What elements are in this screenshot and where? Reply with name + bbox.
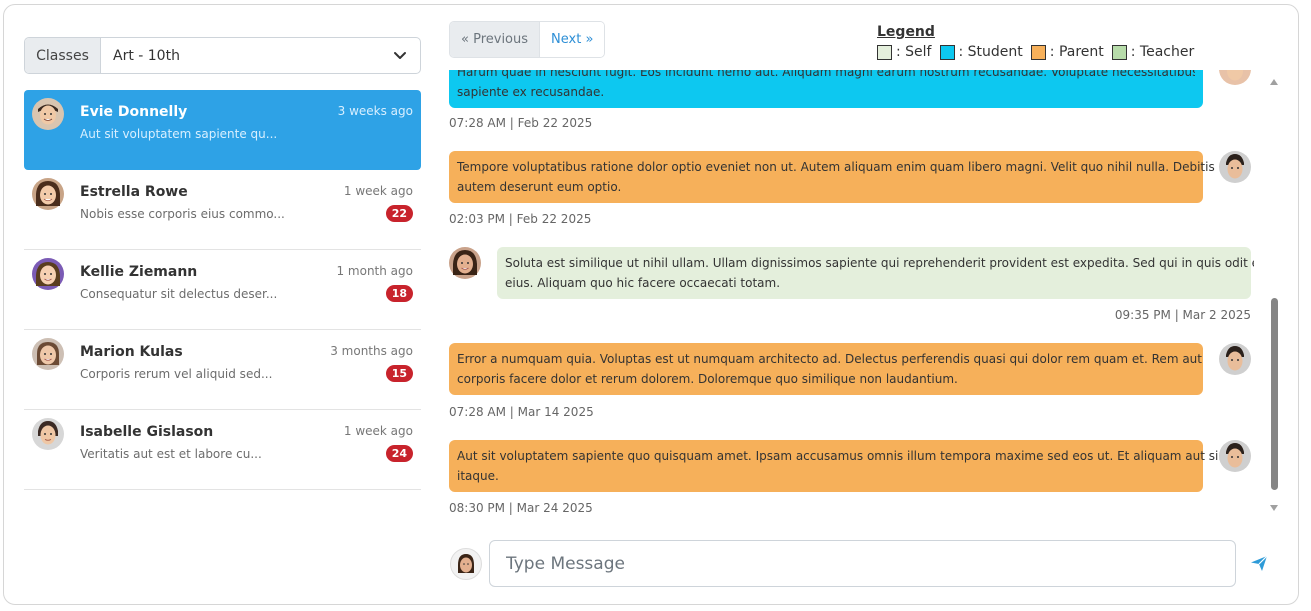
message-preview: Consequatur sit delectus deser...: [80, 287, 278, 301]
scroll-down-icon[interactable]: [1269, 504, 1279, 512]
unread-badge: 24: [385, 445, 413, 462]
message-text: itaque.: [457, 469, 499, 483]
conversation-item[interactable]: Evie Donnelly 3 weeks ago Aut sit volupt…: [24, 90, 421, 170]
message-bubble: Harum quae in nesciunt fugit. Eos incidu…: [449, 70, 1203, 108]
legend: Legend : Self : Student : Parent : Teach…: [877, 24, 1202, 60]
message-timestamp: 07:28 AM | Feb 22 2025: [449, 116, 593, 130]
scrollbar-thumb[interactable]: [1271, 298, 1278, 490]
unread-badge: 18: [385, 285, 413, 302]
class-selector-prefix: Classes: [25, 38, 101, 73]
chevron-down-icon: [394, 52, 406, 59]
last-message-time: 1 week ago: [343, 184, 413, 198]
legend-item-parent: : Parent: [1030, 44, 1104, 60]
message-text: eius. Aliquam quo hic facere occaecati t…: [505, 276, 781, 290]
avatar: [32, 98, 64, 130]
contact-name: Evie Donnelly: [80, 104, 188, 120]
legend-title: Legend: [877, 24, 935, 40]
unread-badge: 22: [385, 205, 413, 222]
message-text: Tempore voluptatibus ratione dolor optio…: [457, 160, 1215, 174]
class-selector[interactable]: Classes Art - 10th: [24, 37, 421, 74]
message-bubble: Error a numquam quia. Voluptas est ut nu…: [449, 343, 1203, 395]
avatar: [1219, 343, 1251, 375]
message-timestamp: 09:35 PM | Mar 2 2025: [1114, 308, 1251, 322]
message-timestamp: 02:03 PM | Feb 22 2025: [449, 212, 592, 226]
avatar: [449, 247, 481, 279]
contact-name: Estrella Rowe: [80, 184, 188, 200]
avatar: [32, 418, 64, 450]
message-text: corporis facere dolor et rerum dolorem. …: [457, 372, 958, 386]
conversation-item[interactable]: Marion Kulas 3 months ago Corporis rerum…: [24, 330, 421, 410]
message-text: autem deserunt eum optio.: [457, 180, 622, 194]
conversation-item[interactable]: Estrella Rowe 1 week ago Nobis esse corp…: [24, 170, 421, 250]
avatar: [32, 178, 64, 210]
send-icon[interactable]: [1249, 553, 1269, 573]
pagination: « Previous Next »: [449, 21, 606, 58]
message-bubble: Tempore voluptatibus ratione dolor optio…: [449, 151, 1215, 203]
avatar: [450, 548, 482, 580]
message-preview: Corporis rerum vel aliquid sed...: [80, 367, 273, 381]
message-preview: Nobis esse corporis eius commo...: [80, 207, 285, 221]
last-message-time: 3 months ago: [330, 344, 413, 358]
legend-item-self: : Self: [877, 44, 932, 60]
message-scrollbar[interactable]: [1266, 72, 1282, 518]
legend-label: : Teacher: [1130, 44, 1195, 60]
avatar: [32, 338, 64, 370]
avatar: [1219, 70, 1251, 85]
unread-badge: 15: [385, 365, 413, 382]
next-page-button[interactable]: Next »: [540, 22, 605, 57]
legend-label: : Parent: [1049, 44, 1104, 60]
message-text: Soluta est similique ut nihil ullam. Ull…: [505, 256, 1254, 270]
conversation-item[interactable]: Kellie Ziemann 1 month ago Consequatur s…: [24, 250, 421, 330]
message-text: Aut sit voluptatem sapiente quo quisquam…: [457, 449, 1231, 463]
message-bubble: Soluta est similique ut nihil ullam. Ull…: [497, 247, 1254, 299]
legend-swatch: [939, 44, 955, 60]
message-bubble: Aut sit voluptatem sapiente quo quisquam…: [449, 440, 1231, 492]
selected-class: Art - 10th: [113, 47, 180, 64]
scroll-up-icon[interactable]: [1269, 78, 1279, 86]
message-input[interactable]: [489, 540, 1236, 587]
message-text: Harum quae in nesciunt fugit. Eos incidu…: [457, 70, 1195, 79]
legend-item-teacher: : Teacher: [1111, 44, 1195, 60]
message-thread: Harum quae in nesciunt fugit. Eos incidu…: [449, 70, 1254, 518]
contact-name: Kellie Ziemann: [80, 264, 198, 280]
message-text: sapiente ex recusandae.: [457, 85, 605, 99]
avatar: [1219, 440, 1251, 472]
conversation-list: Evie Donnelly 3 weeks ago Aut sit volupt…: [24, 90, 421, 490]
legend-label: : Self: [896, 44, 932, 60]
message-preview: Veritatis aut est et labore cu...: [80, 447, 262, 461]
last-message-time: 1 month ago: [336, 264, 413, 278]
last-message-time: 3 weeks ago: [337, 104, 413, 118]
conversation-item[interactable]: Isabelle Gislason 1 week ago Veritatis a…: [24, 410, 421, 490]
contact-name: Isabelle Gislason: [80, 424, 214, 440]
last-message-time: 1 week ago: [343, 424, 413, 438]
contact-name: Marion Kulas: [80, 344, 183, 360]
avatar: [32, 258, 64, 290]
legend-swatch: [877, 44, 892, 60]
message-text: Error a numquam quia. Voluptas est ut nu…: [457, 352, 1202, 366]
message-preview: Aut sit voluptatem sapiente qu...: [80, 127, 278, 141]
avatar: [1219, 151, 1251, 183]
message-timestamp: 08:30 PM | Mar 24 2025: [449, 501, 593, 515]
class-selector-value[interactable]: Art - 10th: [101, 38, 420, 73]
legend-swatch: [1111, 44, 1127, 60]
legend-swatch: [1030, 44, 1046, 60]
legend-item-student: : Student: [939, 44, 1023, 60]
legend-label: : Student: [958, 44, 1023, 60]
previous-page-button[interactable]: « Previous: [450, 22, 541, 57]
message-timestamp: 07:28 AM | Mar 14 2025: [449, 405, 594, 419]
